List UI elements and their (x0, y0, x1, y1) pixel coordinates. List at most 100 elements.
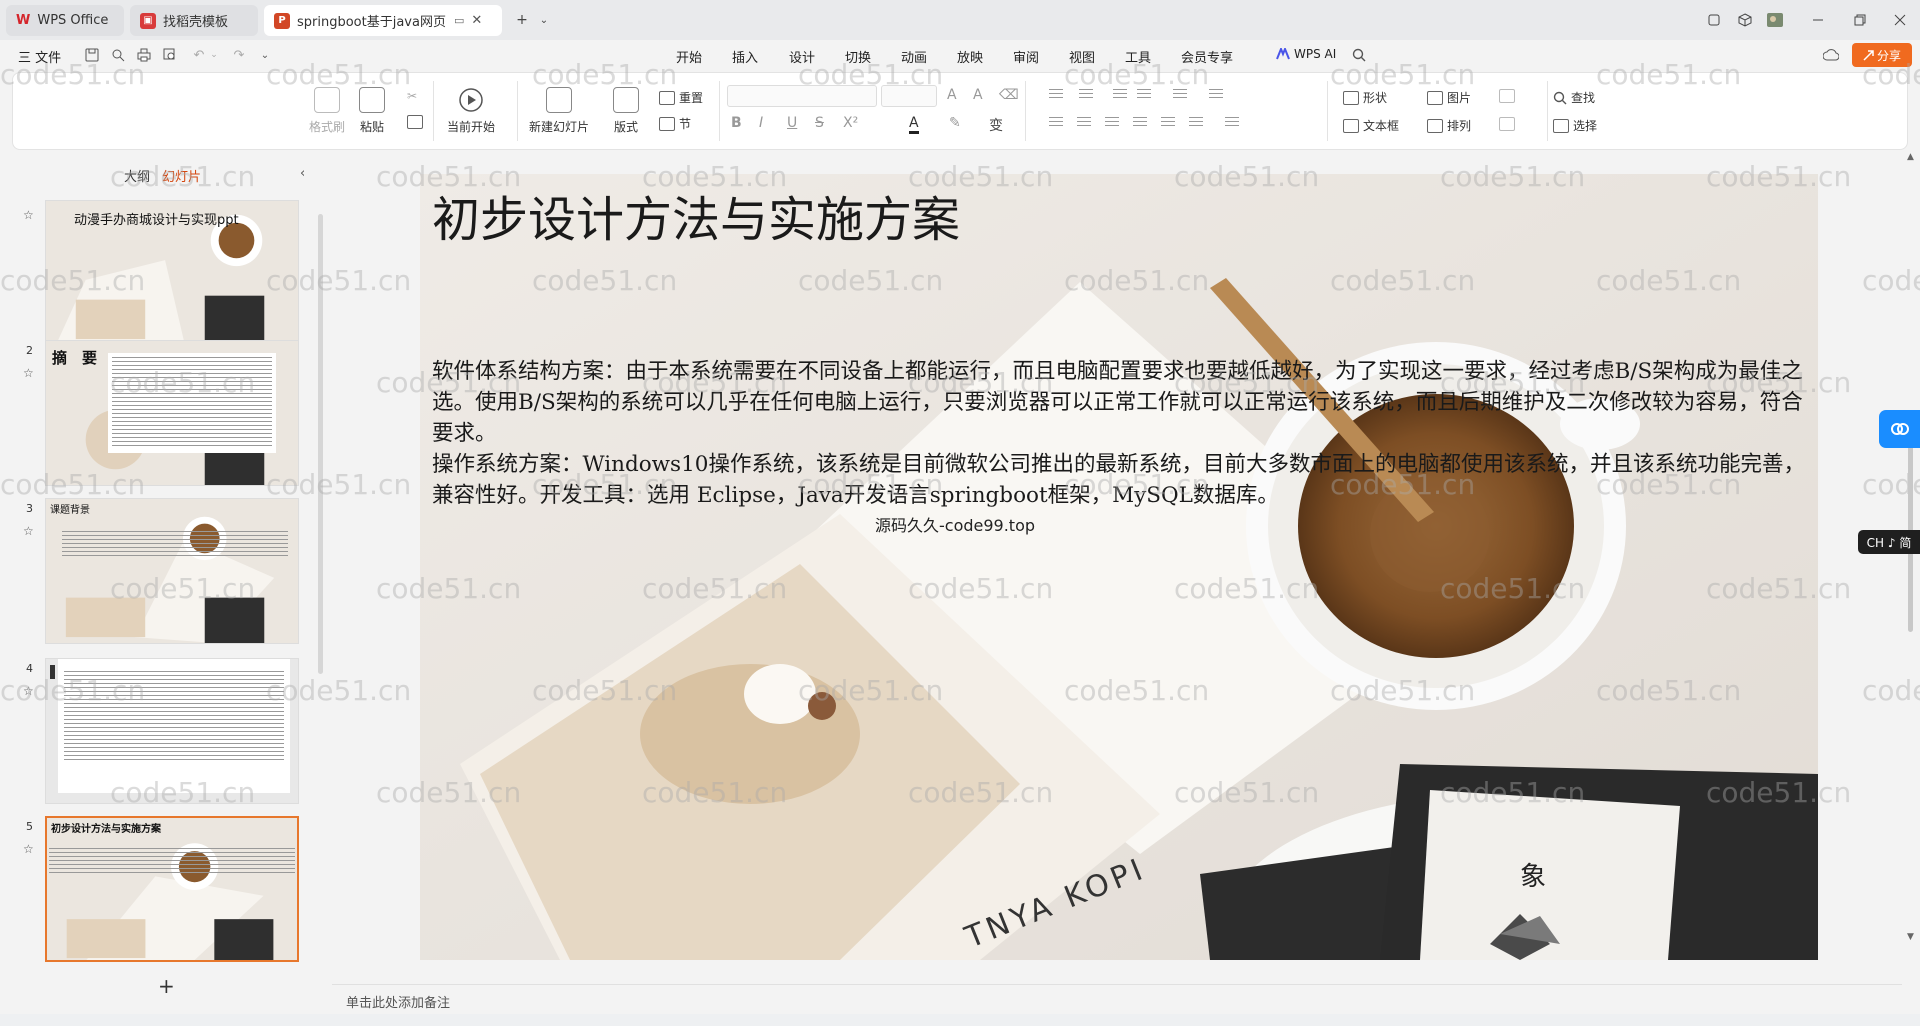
section-button[interactable]: 节 (659, 115, 691, 132)
star-icon[interactable]: ☆ (23, 684, 34, 698)
align-right-icon[interactable] (1105, 117, 1119, 129)
char-spacing-icon[interactable]: 变 (989, 115, 1003, 135)
line-spacing-icon[interactable] (1209, 89, 1223, 101)
font-family-select[interactable] (727, 85, 877, 107)
notes-pane[interactable]: 单击此处添加备注 (332, 984, 1902, 1014)
file-menu[interactable]: 三 文件 (18, 47, 61, 66)
underline-button[interactable]: U (787, 115, 797, 131)
bullet-list-icon[interactable] (1049, 89, 1063, 101)
arrange-button[interactable]: 排列 (1427, 117, 1471, 134)
outdent-icon[interactable] (1113, 89, 1127, 101)
font-size-select[interactable] (881, 85, 937, 107)
bold-button[interactable]: B (731, 115, 742, 131)
close-tab-icon[interactable]: ✕ (471, 13, 482, 28)
shape-button[interactable]: 形状 (1343, 89, 1387, 106)
search-icon[interactable] (1350, 46, 1368, 64)
tab-document[interactable]: P springboot基于java网页的 ▭ ✕ (264, 5, 502, 36)
star-icon[interactable]: ☆ (23, 208, 34, 222)
cut-icon[interactable]: ✂ (407, 89, 417, 103)
increase-font-icon[interactable]: A (947, 87, 957, 103)
print-icon[interactable] (135, 46, 153, 64)
strikethrough-button[interactable]: S (815, 115, 824, 131)
panel-scrollbar[interactable] (318, 214, 323, 674)
picture-button[interactable]: 图片 (1427, 89, 1471, 106)
maximize-icon[interactable] (1848, 8, 1872, 32)
slide-thumbnail-1[interactable]: 动漫手办商城设计与实现ppt (45, 200, 299, 346)
window-icon[interactable]: ▭ (454, 14, 464, 27)
play-from-current-button[interactable]: 当前开始 (447, 87, 495, 135)
layout-button[interactable]: 版式 (613, 87, 639, 135)
fill-color-icon[interactable] (1499, 89, 1515, 103)
export-icon[interactable] (109, 46, 127, 64)
star-icon[interactable]: ☆ (23, 842, 34, 856)
share-button[interactable]: 分享 (1852, 43, 1912, 67)
star-icon[interactable]: ☆ (23, 524, 34, 538)
menu-review[interactable]: 审阅 (1013, 47, 1039, 66)
indent-icon[interactable] (1137, 89, 1151, 101)
tab-wps-office[interactable]: W WPS Office (6, 5, 124, 36)
font-color-icon[interactable]: A (909, 115, 919, 134)
distribute-icon[interactable] (1161, 117, 1175, 129)
slide-vertical-scrollbar[interactable]: ▲ ▼ (1902, 150, 1920, 990)
scroll-up-icon[interactable]: ▲ (1907, 152, 1914, 162)
cloud-sync-icon[interactable] (1822, 46, 1840, 64)
superscript-button[interactable]: X² (843, 115, 858, 131)
print-preview-icon[interactable] (161, 46, 179, 64)
star-icon[interactable]: ☆ (23, 366, 34, 380)
decrease-font-icon[interactable]: A (973, 87, 983, 103)
menu-transition[interactable]: 切换 (845, 47, 871, 66)
menu-view[interactable]: 视图 (1069, 47, 1095, 66)
menu-member[interactable]: 会员专享 (1181, 47, 1233, 66)
slide-canvas[interactable]: TNYA KOPI 象 初步设计方法与实施方案 软件体系结构方案：由于本系统需要… (420, 174, 1818, 960)
copy-icon[interactable] (407, 115, 423, 129)
select-button[interactable]: 选择 (1553, 117, 1597, 134)
scroll-down-icon[interactable]: ▼ (1907, 932, 1914, 942)
new-tab-button[interactable]: + (510, 8, 534, 32)
slide-thumbnail-4[interactable] (45, 658, 299, 804)
restore-layout-icon[interactable] (1702, 8, 1726, 32)
tab-outline[interactable]: 大纲 (124, 166, 150, 185)
redo-icon[interactable]: ↷ (230, 46, 248, 64)
save-icon[interactable] (83, 46, 101, 64)
menu-slideshow[interactable]: 放映 (957, 47, 983, 66)
new-slide-button[interactable]: 新建幻灯片 (529, 87, 589, 135)
close-window-icon[interactable] (1888, 8, 1912, 32)
menu-tools[interactable]: 工具 (1125, 47, 1151, 66)
ime-indicator[interactable]: CH ♪ 简 (1858, 530, 1920, 554)
more-quick-access-icon[interactable]: ⌄ (256, 46, 274, 64)
reset-button[interactable]: 重置 (659, 89, 703, 106)
wps-ai-button[interactable]: WPS AI (1276, 47, 1336, 61)
slide-title[interactable]: 初步设计方法与实施方案 (432, 180, 960, 250)
paste-button[interactable]: 粘贴 (359, 87, 385, 135)
undo-dropdown-icon[interactable]: ⌄ (205, 46, 223, 64)
align-left-icon[interactable] (1049, 117, 1063, 129)
clear-format-icon[interactable]: ⌫ (999, 87, 1019, 103)
minimize-icon[interactable] (1806, 8, 1830, 32)
numbered-list-icon[interactable] (1079, 89, 1093, 101)
find-button[interactable]: 查找 (1553, 89, 1595, 106)
justify-icon[interactable] (1133, 117, 1147, 129)
textbox-button[interactable]: 文本框 (1343, 117, 1399, 134)
collapse-panel-icon[interactable]: ‹ (300, 166, 305, 181)
add-slide-button[interactable]: + (158, 974, 175, 998)
tab-slides[interactable]: 幻灯片 (162, 166, 201, 185)
slide-body-text[interactable]: 软件体系结构方案：由于本系统需要在不同设备上都能运行，而且电脑配置要求也要越低越… (432, 356, 1812, 511)
cube-icon[interactable] (1733, 8, 1757, 32)
slide-thumbnail-5[interactable]: 初步设计方法与实施方案 (45, 816, 299, 962)
side-assistant-button[interactable] (1879, 410, 1920, 448)
menu-home[interactable]: 开始 (676, 47, 702, 66)
slide-thumbnail-3[interactable]: 课题背景 (45, 498, 299, 644)
italic-button[interactable]: I (759, 115, 763, 131)
slide-thumbnail-2[interactable]: 摘 要 (45, 340, 299, 486)
avatar[interactable] (1763, 8, 1787, 32)
columns-icon[interactable] (1189, 117, 1203, 129)
menu-animation[interactable]: 动画 (901, 47, 927, 66)
menu-insert[interactable]: 插入 (732, 47, 758, 66)
format-painter-button[interactable]: 格式刷 (309, 87, 345, 135)
outline-color-icon[interactable] (1499, 117, 1515, 131)
chevron-down-icon[interactable]: ⌄ (532, 8, 556, 32)
tab-template[interactable]: ▣ 找稻壳模板 (130, 5, 258, 36)
text-direction-icon[interactable] (1173, 89, 1187, 101)
align-center-icon[interactable] (1077, 117, 1091, 129)
highlight-icon[interactable]: ✎ (949, 115, 961, 131)
